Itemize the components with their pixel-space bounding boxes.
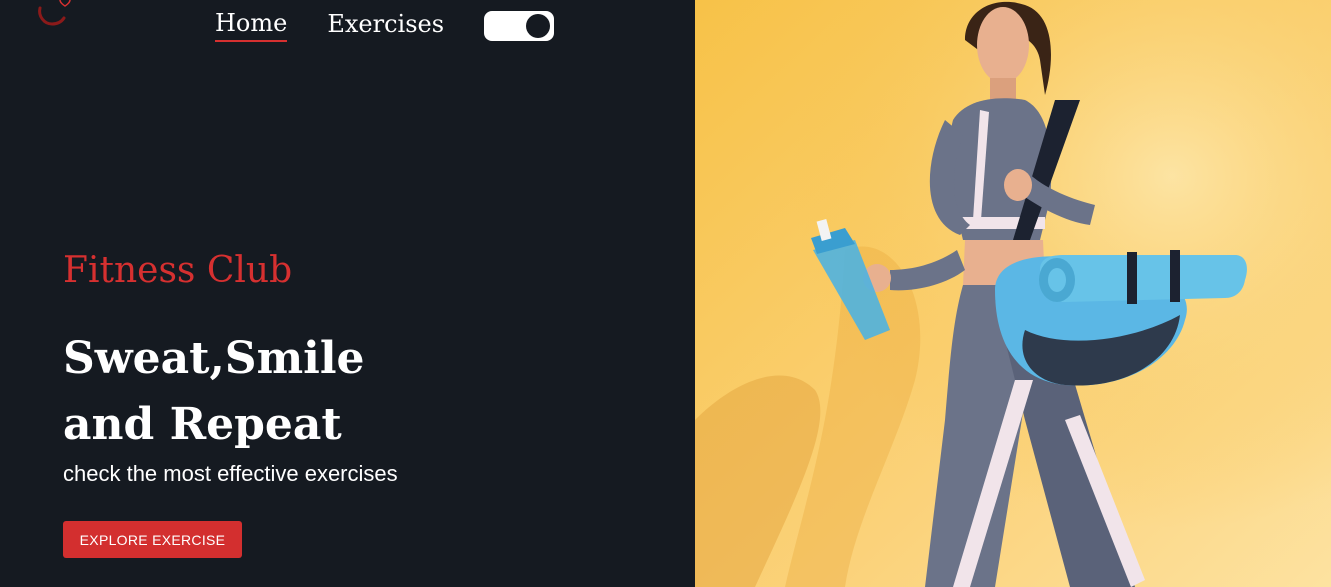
woman-with-gym-bag-illustration — [695, 0, 1331, 587]
nav-exercises-link[interactable]: Exercises — [327, 10, 444, 42]
theme-toggle-switch[interactable] — [484, 11, 555, 41]
hero-headline: Sweat,Smile and Repeat — [63, 326, 663, 458]
nav-home-link[interactable]: Home — [215, 9, 288, 42]
toggle-knob — [526, 14, 551, 38]
hero-subtitle: check the most effective exercises — [63, 461, 398, 486]
hero-left-panel: Home Exercises Fitness Club Sweat,Smile … — [0, 0, 695, 587]
brand-title: Fitness Club — [63, 250, 293, 291]
landing-page: Home Exercises Fitness Club Sweat,Smile … — [0, 0, 1331, 587]
headline-line-2: and Repeat — [63, 399, 342, 450]
explore-exercise-button[interactable]: EXPLORE EXERCISE — [63, 521, 242, 558]
headline-line-1: Sweat,Smile — [63, 333, 365, 384]
hero-banner-image — [695, 0, 1331, 587]
main-navbar: Home Exercises — [215, 8, 555, 42]
heart-gym-logo-icon[interactable] — [30, 0, 78, 34]
